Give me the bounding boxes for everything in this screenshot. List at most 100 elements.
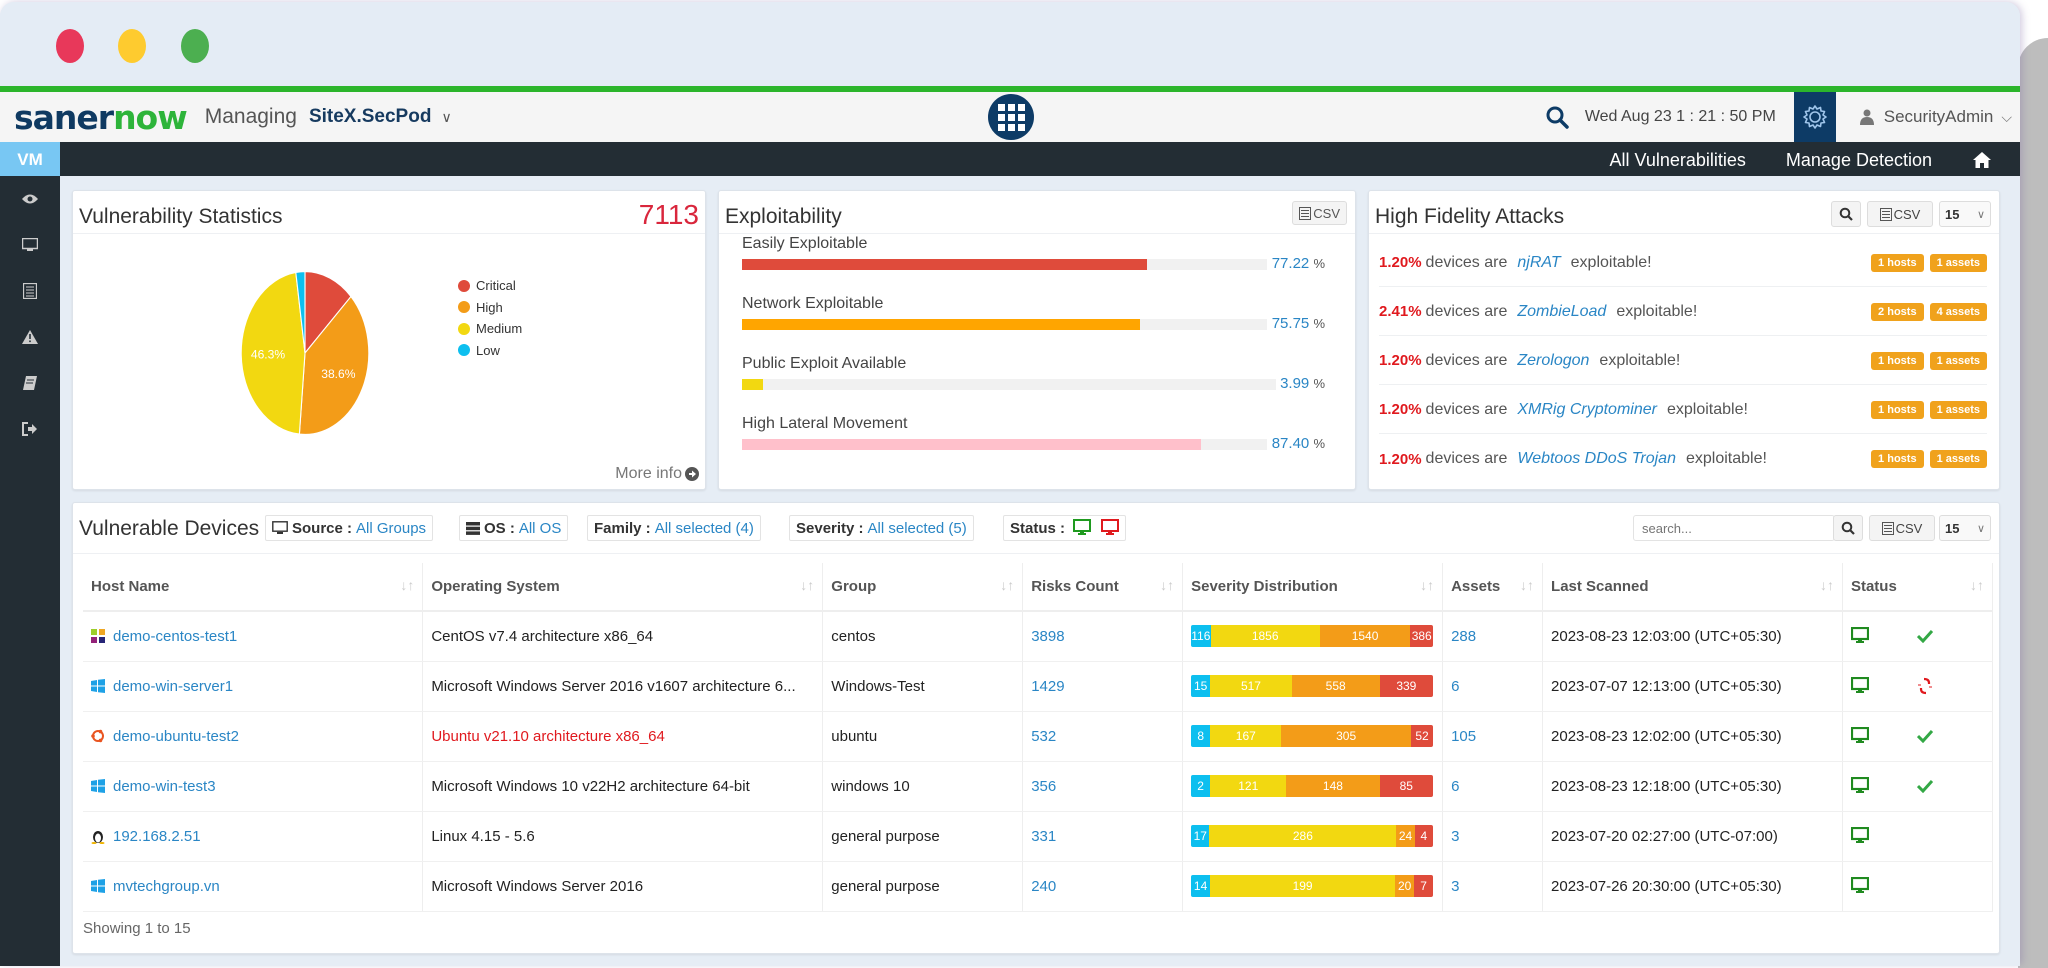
column-header[interactable]: Assets ↓↑: [1442, 563, 1544, 612]
csv-export-button[interactable]: CSV: [1292, 201, 1347, 225]
severity-segment-high[interactable]: 20: [1395, 875, 1415, 897]
severity-segment-medium[interactable]: 167: [1210, 725, 1282, 747]
online-monitor-icon[interactable]: [1073, 519, 1092, 537]
online-monitor-icon[interactable]: [1850, 727, 1869, 745]
severity-segment-high[interactable]: 305: [1281, 725, 1411, 747]
assets-link[interactable]: 288: [1451, 628, 1476, 645]
assets-link[interactable]: 6: [1451, 778, 1459, 795]
sidebar-item-logout[interactable]: [0, 406, 60, 452]
severity-segment-medium[interactable]: 517: [1210, 675, 1292, 697]
search-icon[interactable]: [1545, 105, 1569, 129]
online-monitor-icon[interactable]: [1850, 777, 1869, 795]
severity-segment-high[interactable]: 24: [1396, 825, 1415, 847]
csv-export-button[interactable]: CSV: [1867, 201, 1933, 227]
table-row[interactable]: demo-ubuntu-test2 Ubuntu v21.10 architec…: [83, 711, 1994, 762]
apps-grid-button[interactable]: [988, 94, 1034, 140]
logo[interactable]: sanernow: [14, 98, 188, 137]
chevron-down-icon[interactable]: ∨: [441, 109, 451, 126]
risks-count-link[interactable]: 356: [1031, 778, 1056, 795]
severity-segment-medium[interactable]: 199: [1210, 875, 1396, 897]
sort-icon[interactable]: ↓↑: [1820, 577, 1834, 593]
assets-badge[interactable]: 1 assets: [1929, 253, 1987, 272]
severity-segment-critical[interactable]: 52: [1410, 725, 1434, 747]
host-name-link[interactable]: demo-centos-test1: [113, 628, 237, 645]
tab-vm[interactable]: VM: [0, 142, 60, 178]
sort-icon[interactable]: ↓↑: [1520, 577, 1534, 593]
sidebar-item-docs[interactable]: [0, 360, 60, 406]
host-name-link[interactable]: demo-ubuntu-test2: [113, 728, 239, 745]
sidebar-item-overview[interactable]: [0, 176, 60, 222]
severity-segment-medium[interactable]: 1856: [1210, 625, 1320, 648]
severity-segment-critical[interactable]: 4: [1414, 825, 1434, 847]
page-size-select[interactable]: 15 ∨: [1939, 515, 1991, 541]
table-row[interactable]: demo-win-server1 Microsoft Windows Serve…: [83, 661, 1994, 712]
column-header[interactable]: Risks Count ↓↑: [1022, 563, 1184, 612]
risks-count-link[interactable]: 532: [1031, 728, 1056, 745]
assets-link[interactable]: 3: [1451, 878, 1459, 895]
offline-monitor-icon[interactable]: [1101, 519, 1120, 537]
page-size-select[interactable]: 15 ∨: [1939, 201, 1991, 227]
assets-badge[interactable]: 4 assets: [1929, 302, 1987, 321]
legend-item[interactable]: High: [458, 297, 522, 319]
exploitability-value[interactable]: 87.40 %: [1272, 435, 1325, 452]
column-header[interactable]: Last Scanned ↓↑: [1542, 563, 1843, 612]
online-monitor-icon[interactable]: [1850, 627, 1869, 645]
csv-export-button[interactable]: CSV: [1869, 515, 1935, 541]
attack-name-link[interactable]: Zerologon: [1517, 352, 1589, 370]
legend-item[interactable]: Critical: [458, 275, 522, 297]
sort-icon[interactable]: ↓↑: [1000, 577, 1014, 593]
host-name-link[interactable]: 192.168.2.51: [113, 828, 201, 845]
exploitability-value[interactable]: 75.75 %: [1272, 315, 1325, 332]
severity-segment-low[interactable]: 2: [1191, 775, 1211, 797]
severity-segment-medium[interactable]: 286: [1209, 825, 1397, 847]
severity-segment-critical[interactable]: 7: [1414, 875, 1434, 897]
online-monitor-icon[interactable]: [1850, 827, 1869, 845]
assets-link[interactable]: 6: [1451, 678, 1459, 695]
column-header[interactable]: Operating System ↓↑: [422, 563, 824, 612]
severity-segment-low[interactable]: 17: [1191, 825, 1210, 847]
online-monitor-icon[interactable]: [1850, 877, 1869, 895]
severity-segment-critical[interactable]: 85: [1379, 775, 1434, 797]
os-filter[interactable]: OS : All OS: [459, 515, 569, 541]
legend-item[interactable]: Medium: [458, 318, 522, 340]
severity-segment-medium[interactable]: 121: [1210, 775, 1287, 797]
family-filter[interactable]: Family : All selected (4): [587, 515, 761, 541]
hosts-badge[interactable]: 1 hosts: [1871, 351, 1924, 370]
host-name-link[interactable]: demo-win-test3: [113, 778, 216, 795]
nav-all-vulnerabilities[interactable]: All Vulnerabilities: [1610, 150, 1746, 171]
legend-item[interactable]: Low: [458, 340, 522, 362]
home-icon[interactable]: [1972, 151, 1992, 169]
severity-segment-high[interactable]: 1540: [1319, 625, 1411, 648]
sort-icon[interactable]: ↓↑: [400, 577, 414, 593]
nav-manage-detection[interactable]: Manage Detection: [1786, 150, 1932, 171]
severity-segment-high[interactable]: 558: [1291, 675, 1380, 697]
hosts-badge[interactable]: 2 hosts: [1871, 302, 1924, 321]
severity-segment-critical[interactable]: 386: [1410, 625, 1434, 648]
attack-name-link[interactable]: njRAT: [1517, 254, 1560, 272]
attack-name-link[interactable]: ZombieLoad: [1517, 303, 1606, 321]
risks-count-link[interactable]: 3898: [1031, 628, 1064, 645]
sidebar-item-devices[interactable]: [0, 222, 60, 268]
sort-icon[interactable]: ↓↑: [1970, 577, 1984, 593]
host-name-link[interactable]: mvtechgroup.vn: [113, 878, 220, 895]
column-header[interactable]: Host Name ↓↑: [83, 563, 424, 612]
assets-link[interactable]: 3: [1451, 828, 1459, 845]
assets-link[interactable]: 105: [1451, 728, 1476, 745]
table-row[interactable]: mvtechgroup.vn Microsoft Windows Server …: [83, 861, 1994, 912]
search-button[interactable]: [1833, 515, 1863, 541]
sort-icon[interactable]: ↓↑: [800, 577, 814, 593]
risks-count-link[interactable]: 331: [1031, 828, 1056, 845]
sidebar-item-reports[interactable]: [0, 268, 60, 314]
severity-filter[interactable]: Severity : All selected (5): [789, 515, 974, 541]
table-row[interactable]: 192.168.2.51 Linux 4.15 - 5.6 general pu…: [83, 811, 1994, 862]
column-header[interactable]: Status ↓↑: [1842, 563, 1994, 612]
online-monitor-icon[interactable]: [1850, 677, 1869, 695]
more-info-link[interactable]: More info: [615, 465, 699, 483]
assets-badge[interactable]: 1 assets: [1929, 450, 1987, 468]
severity-segment-low[interactable]: 14: [1191, 875, 1211, 897]
search-button[interactable]: [1831, 201, 1861, 227]
close-window-button[interactable]: [56, 29, 84, 63]
severity-segment-low[interactable]: 8: [1191, 725, 1211, 747]
risks-count-link[interactable]: 1429: [1031, 678, 1064, 695]
column-header[interactable]: Severity Distribution ↓↑: [1182, 563, 1444, 612]
